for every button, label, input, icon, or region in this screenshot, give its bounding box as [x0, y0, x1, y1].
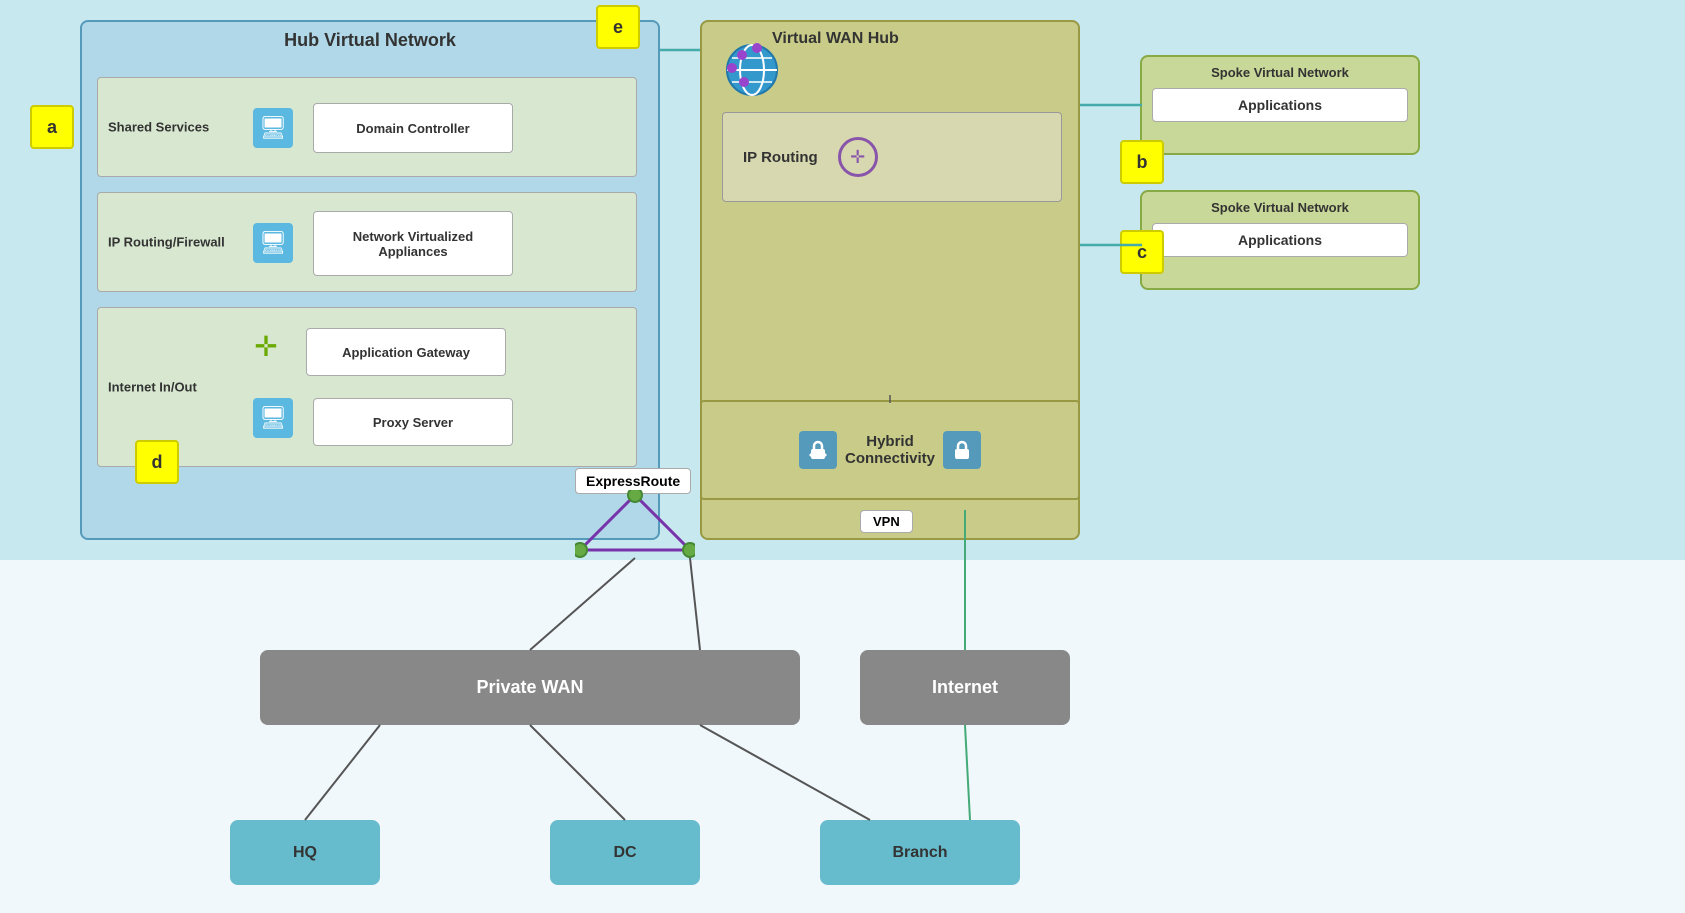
spoke1-title: Spoke Virtual Network: [1142, 57, 1418, 84]
shared-services-label: Shared Services: [108, 120, 238, 135]
label-a: a: [30, 105, 74, 149]
wan-hub-title: Virtual WAN Hub: [772, 30, 1068, 48]
hybrid-connectivity-box: Hybrid Connectivity: [700, 400, 1080, 500]
vpn-label: VPN: [860, 510, 913, 533]
network-virtualized-box: Network Virtualized Appliances: [313, 211, 513, 276]
expressroute-triangle: [575, 490, 695, 560]
shared-services-section: Shared Services 🖥 Domain Controller: [97, 77, 637, 177]
application-gateway-box: Application Gateway: [306, 328, 506, 376]
monitor-icon-shared: 🖥: [253, 108, 293, 148]
spoke2-applications: Applications: [1152, 223, 1408, 257]
label-b: b: [1120, 140, 1164, 184]
monitor-icon-routing: 🖥: [253, 223, 293, 263]
internet-box: Internet: [860, 650, 1070, 725]
ip-routing-firewall-section: IP Routing/Firewall 🖥 Network Virtualize…: [97, 192, 637, 292]
domain-controller-box: Domain Controller: [313, 103, 513, 153]
routing-icon: ✛: [838, 137, 878, 177]
app-gateway-icon: ✛: [246, 326, 286, 366]
branch-box: Branch: [820, 820, 1020, 885]
hub-vnet-title: Hub Virtual Network: [82, 30, 658, 51]
spoke1-applications: Applications: [1152, 88, 1408, 122]
hybrid-connectivity-label: Hybrid Connectivity: [845, 433, 935, 467]
spoke2-title: Spoke Virtual Network: [1142, 192, 1418, 219]
lock-icon-right: [943, 431, 981, 469]
spoke-vnet-2: Spoke Virtual Network Applications: [1140, 190, 1420, 290]
monitor-icon-proxy: 🖥: [253, 398, 293, 438]
globe-icon: [722, 40, 782, 100]
spoke-vnet-1: Spoke Virtual Network Applications: [1140, 55, 1420, 155]
private-wan-box: Private WAN: [260, 650, 800, 725]
ip-routing-box: IP Routing ✛: [722, 112, 1062, 202]
dc-box: DC: [550, 820, 700, 885]
label-d: d: [135, 440, 179, 484]
internet-inout-label: Internet In/Out: [108, 380, 238, 395]
label-c: c: [1120, 230, 1164, 274]
proxy-server-box: Proxy Server: [313, 398, 513, 446]
lock-icon-left: [799, 431, 837, 469]
ip-routing-firewall-label: IP Routing/Firewall: [108, 235, 238, 250]
label-e: e: [596, 5, 640, 49]
hq-box: HQ: [230, 820, 380, 885]
